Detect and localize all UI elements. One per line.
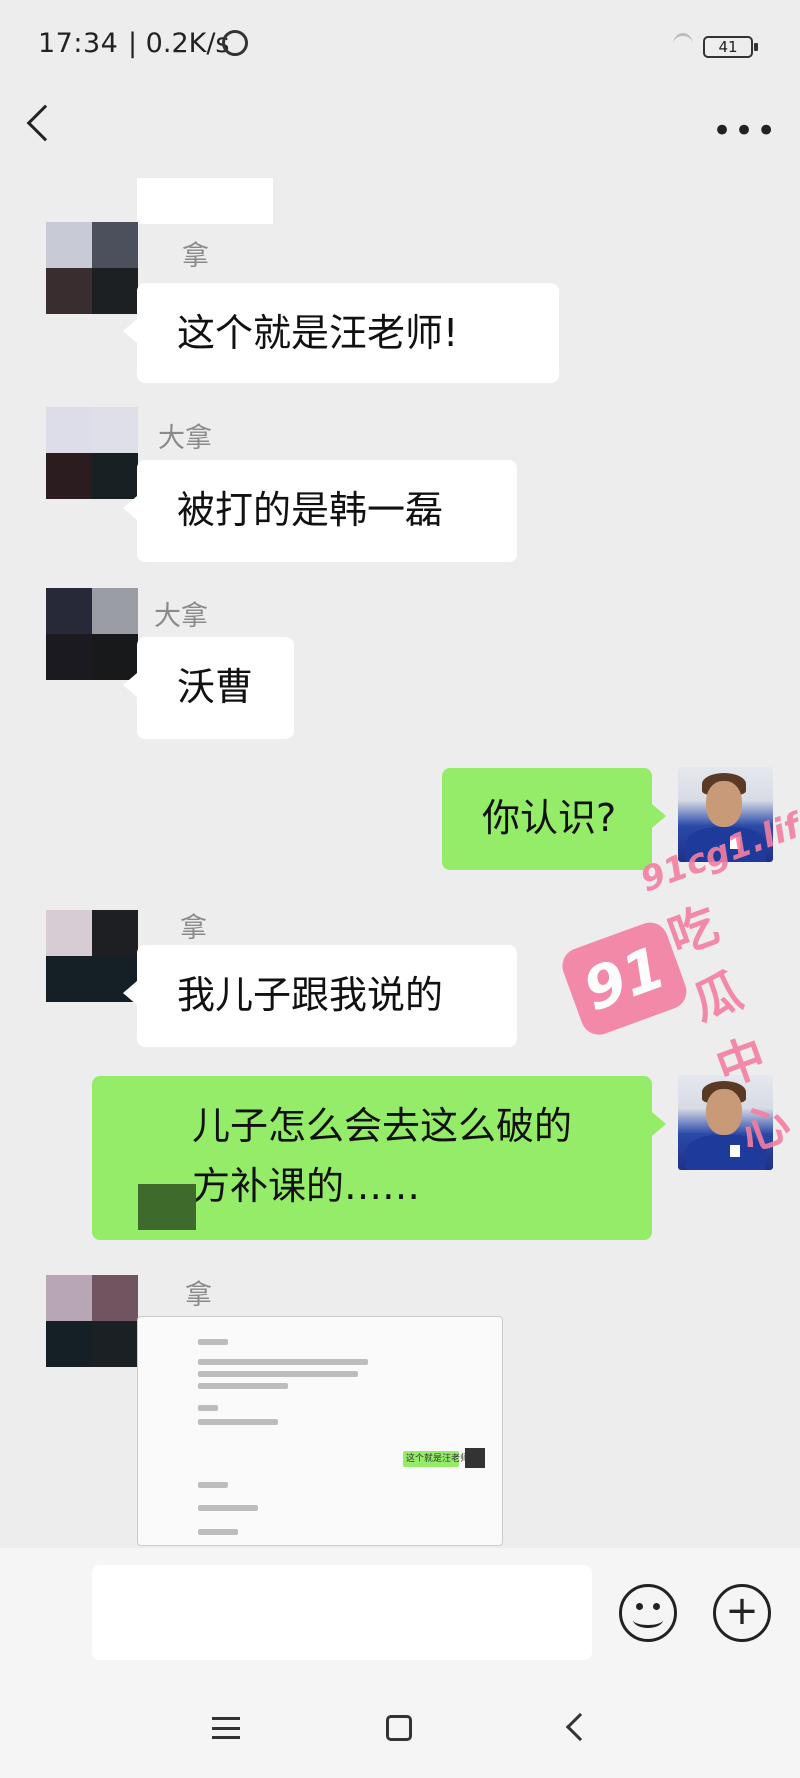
image-message[interactable]: 这个就是汪老师	[137, 1316, 503, 1546]
message-text: 这个就是汪老师!	[177, 311, 459, 355]
avatar[interactable]	[46, 1275, 138, 1367]
more-dots-icon[interactable]: •••	[712, 114, 778, 148]
avatar[interactable]	[46, 588, 138, 680]
battery-icon: 41	[703, 36, 758, 58]
sender-name: 大拿	[158, 423, 212, 454]
network-speed: | 0.2K/s	[128, 28, 230, 59]
message-bubble[interactable]: 沃曹	[123, 637, 294, 739]
message-text: 我儿子跟我说的	[177, 973, 444, 1017]
sender-name: 拿	[182, 241, 209, 272]
plus-icon[interactable]: +	[713, 1584, 771, 1642]
menu-icon[interactable]	[212, 1717, 240, 1739]
avatar[interactable]	[46, 407, 138, 499]
avatar[interactable]	[46, 222, 138, 314]
sender-name: 拿	[185, 1280, 212, 1311]
chevron-left-icon[interactable]	[26, 104, 64, 142]
message-text-line: 儿子怎么会去这么破的	[192, 1104, 573, 1148]
emoji-icon[interactable]	[619, 1584, 677, 1642]
message-bubble[interactable]: 被打的是韩一磊	[123, 460, 517, 562]
message-text: 沃曹	[177, 665, 254, 709]
message-bubble[interactable]: 你认识?	[442, 768, 666, 870]
redaction-block	[137, 178, 273, 224]
thumbnail-bubble-text: 这个就是汪老师	[406, 1454, 470, 1464]
status-time: 17:34	[38, 28, 119, 59]
redaction-block	[138, 1184, 196, 1230]
message-bubble[interactable]: 这个就是汪老师!	[123, 283, 559, 383]
sender-name: 大拿	[154, 601, 208, 632]
message-input[interactable]	[92, 1565, 592, 1660]
message-text-line: 方补课的……	[192, 1164, 421, 1208]
message-text: 你认识?	[482, 796, 617, 840]
alarm-icon	[222, 30, 248, 56]
message-bubble[interactable]: 我儿子跟我说的	[123, 945, 517, 1047]
home-icon[interactable]	[386, 1715, 412, 1741]
message-text: 被打的是韩一磊	[177, 488, 444, 532]
loading-icon	[673, 33, 693, 56]
sender-name: 拿	[180, 913, 207, 944]
